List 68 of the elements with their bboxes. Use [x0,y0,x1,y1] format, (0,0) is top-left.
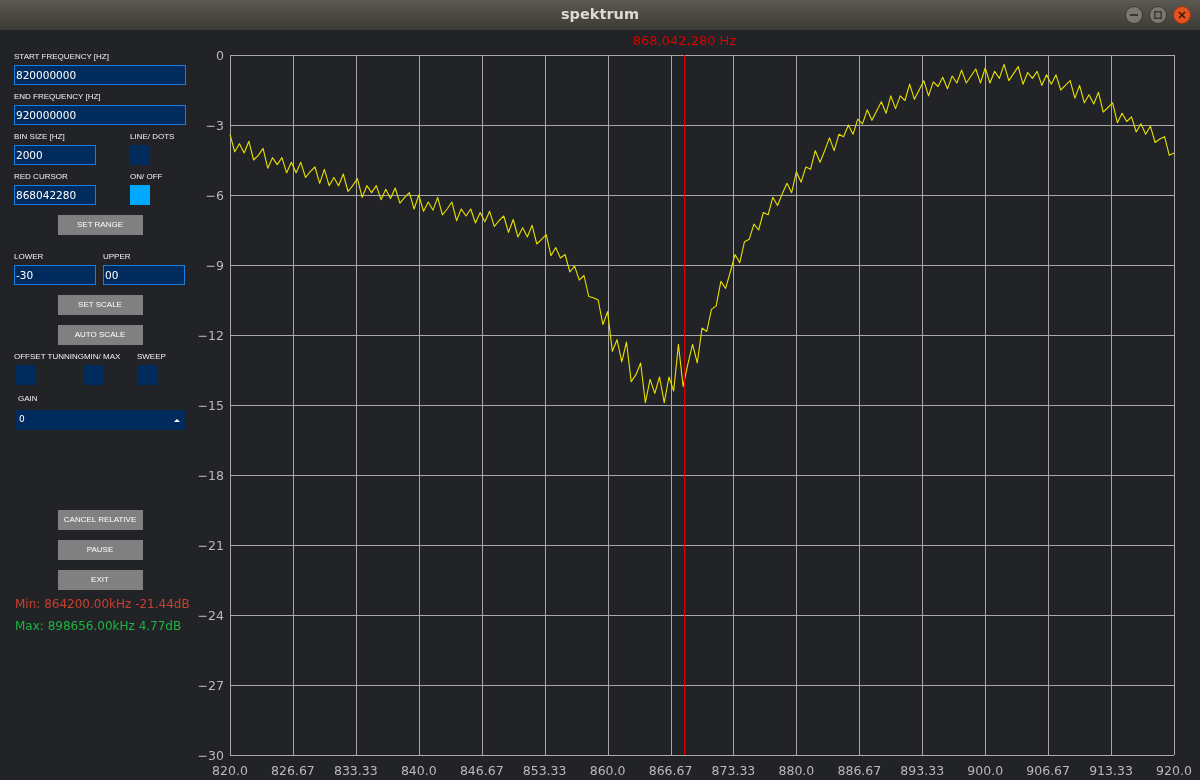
x-axis-label: 906.67 [1026,762,1071,778]
lower-label: LOWER [14,252,45,262]
y-axis-label: −6 [205,187,224,203]
y-axis-label: −15 [197,397,224,413]
cursor-on-off-label: ON/ OFF [130,172,163,182]
x-axis-label: 860.0 [589,762,626,778]
readout-text: Max: 898656.00kHz 4.77dB [15,619,183,634]
y-axis-label: 0 [216,47,224,63]
x-axis-label: 913.33 [1089,762,1133,778]
line-dots-toggle[interactable] [130,145,150,165]
end-frequency-field[interactable]: 920000000 [14,105,186,125]
lower-field[interactable]: -30 [14,265,96,285]
x-axis-label: 820.0 [212,762,248,778]
minimize-icon [1130,14,1138,16]
bin-size-label: BIN SIZE [HZ] [14,132,66,142]
maximize-button[interactable] [1149,6,1167,24]
cursor-position-field[interactable]: 868042280 [14,185,96,205]
action-button[interactable]: CANCEL RELATIVE [57,510,143,530]
x-axis-label: 853.33 [522,762,567,778]
close-button[interactable] [1173,6,1191,24]
gain-label: GAIN [18,394,39,404]
toggle-label: OFFSET TUNNING [14,352,84,362]
y-axis-label: −21 [197,537,224,553]
action-button[interactable]: PAUSE [57,540,143,560]
y-axis-label: −12 [197,327,224,343]
toggle-label: SWEEP [136,352,167,362]
x-axis-label: 866.67 [648,762,693,778]
x-axis-label: 873.33 [711,762,756,778]
action-button[interactable]: EXIT [57,570,143,590]
cursor-frequency-label: 868,042,280 Hz [632,33,737,48]
scale-button[interactable]: SET SCALE [57,295,143,315]
set-range-button[interactable]: SET RANGE [57,215,143,235]
bin-size-field[interactable]: 2000 [14,145,96,165]
toggle-label: MIN/ MAX [83,352,122,362]
readout-text: Min: 864200.00kHz -21.44dB [15,597,190,612]
y-axis-label: −9 [205,257,224,273]
y-axis-label: −18 [197,467,224,483]
upper-field[interactable]: 00 [103,265,185,285]
cursor-on-off-toggle[interactable] [130,185,150,205]
start-frequency-field[interactable]: 820000000 [14,65,186,85]
y-axis-label: −30 [197,747,224,763]
upper-label: UPPER [103,252,132,262]
maximize-icon [1154,11,1162,19]
x-axis-label: 840.0 [400,762,437,778]
y-axis-label: −3 [205,117,224,133]
x-axis-label: 826.67 [271,762,315,778]
option-toggle[interactable] [15,365,35,385]
close-icon [1178,11,1186,19]
end-frequency-label: END FREQUENCY [HZ] [14,92,102,102]
option-toggle[interactable] [83,365,104,385]
y-axis-label: −27 [197,677,224,693]
x-axis-label: 920.0 [1156,762,1192,778]
line-dots-label: LINE/ DOTS [130,132,175,142]
y-axis-label: −24 [197,607,224,623]
gain-dropdown[interactable]: 0 [15,410,185,430]
window-title: spektrum [560,5,640,25]
minimize-button[interactable] [1125,6,1143,24]
start-frequency-label: START FREQUENCY [HZ] [14,52,110,62]
x-axis-label: 886.67 [837,762,882,778]
option-toggle[interactable] [136,365,157,385]
x-axis-label: 900.0 [967,762,1004,778]
x-axis-label: 893.33 [900,762,945,778]
cursor-position-label: RED CURSOR [14,172,69,182]
scale-button[interactable]: AUTO SCALE [57,325,143,345]
x-axis-label: 833.33 [333,762,378,778]
x-axis-label: 846.67 [459,762,504,778]
x-axis-label: 880.0 [778,762,815,778]
caret-up-icon [174,418,180,422]
